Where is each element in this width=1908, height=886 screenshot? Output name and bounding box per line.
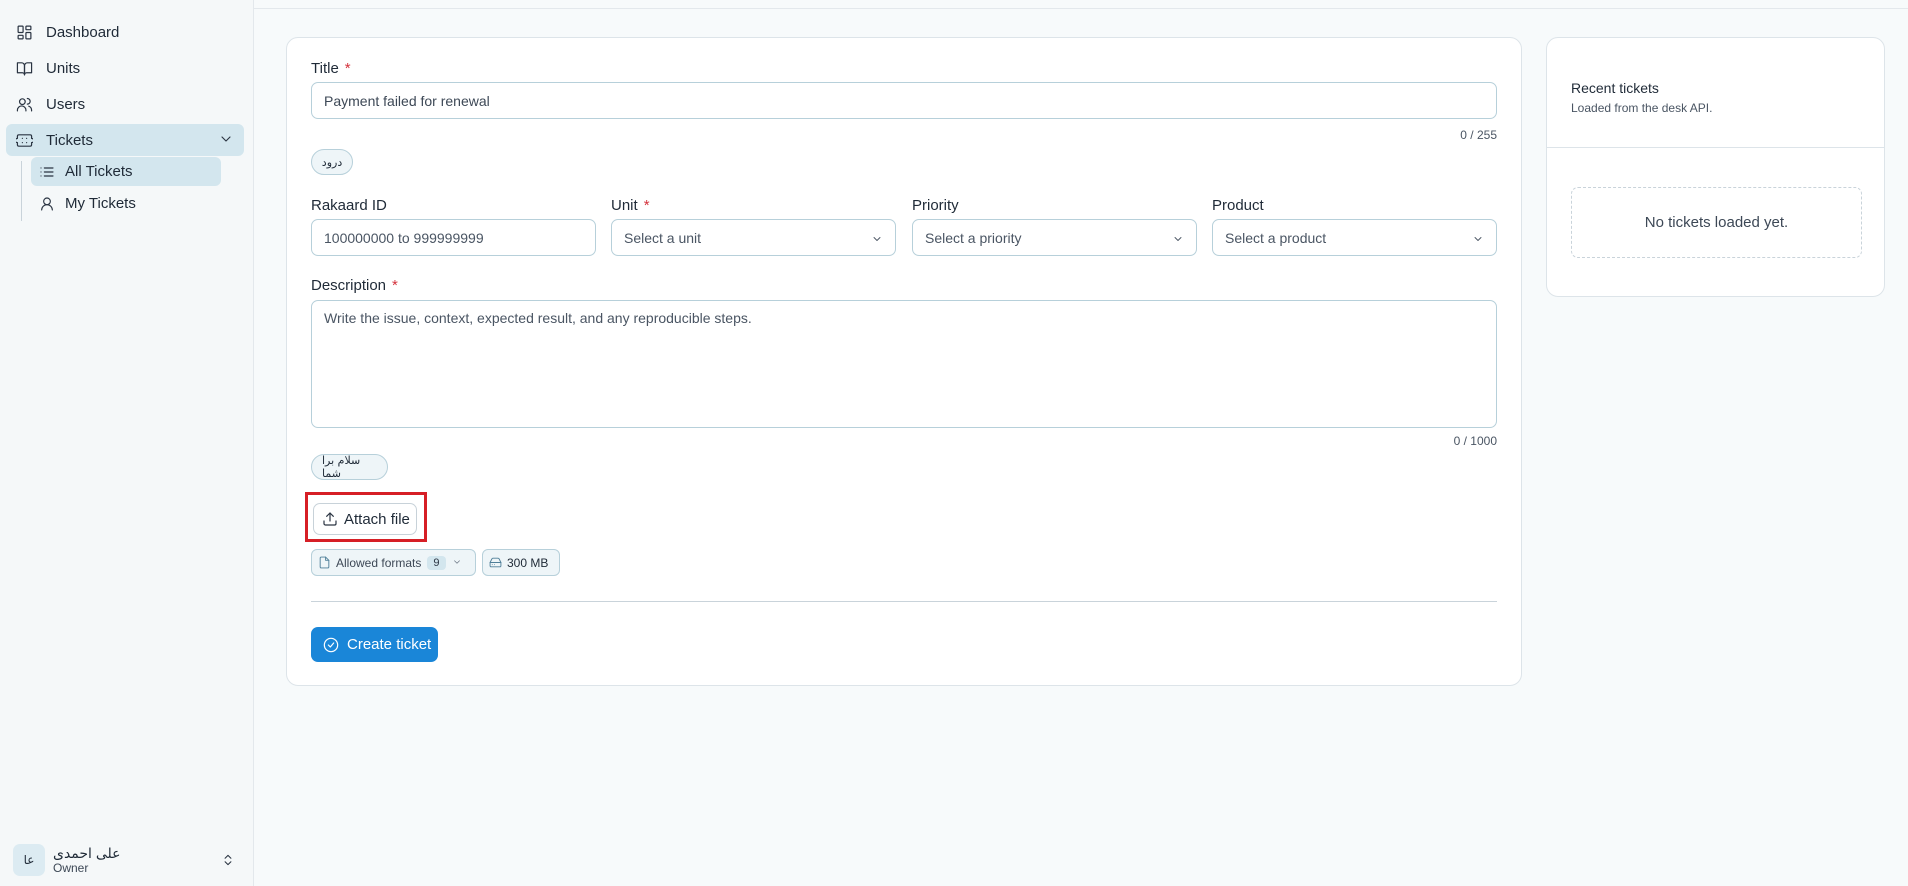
rakaard-label: Rakaard ID bbox=[311, 197, 387, 214]
chevron-down-icon bbox=[1172, 232, 1184, 248]
sidebar-item-label: Users bbox=[46, 95, 86, 113]
divider bbox=[311, 601, 1497, 602]
hard-drive-icon bbox=[489, 557, 502, 568]
chevron-down-icon bbox=[446, 556, 462, 570]
allowed-formats-count: 9 bbox=[427, 555, 446, 570]
ticket-icon bbox=[15, 131, 33, 149]
priority-select[interactable]: Select a priority bbox=[912, 219, 1197, 256]
description-label: Description * bbox=[311, 277, 398, 294]
user-role: Owner bbox=[53, 861, 89, 875]
users-icon bbox=[15, 95, 33, 113]
unit-select[interactable]: Select a unit bbox=[611, 219, 896, 256]
title-input[interactable]: Payment failed for renewal bbox=[311, 82, 1497, 119]
rakaard-id-input[interactable]: 100000000 to 999999999 bbox=[311, 219, 596, 256]
sidebar-item-label: Dashboard bbox=[46, 23, 120, 41]
max-size-badge: 300 MB bbox=[482, 549, 560, 576]
sidebar-item-tickets[interactable]: Tickets bbox=[6, 124, 244, 156]
sidebar-item-label: Tickets bbox=[46, 131, 93, 149]
unit-label-text: Unit bbox=[611, 197, 638, 214]
user-menu[interactable]: عا علی احمدی Owner bbox=[13, 842, 243, 878]
upload-icon bbox=[323, 512, 337, 526]
title-chip[interactable]: درود bbox=[311, 149, 353, 175]
create-ticket-label: Create ticket bbox=[347, 636, 432, 653]
chevron-down-icon bbox=[871, 232, 883, 248]
required-mark: * bbox=[392, 277, 398, 294]
attach-file-label: Attach file bbox=[344, 510, 410, 528]
sidebar-subitem-label: All Tickets bbox=[65, 163, 133, 180]
title-input-value: Payment failed for renewal bbox=[324, 92, 490, 109]
required-mark: * bbox=[344, 60, 351, 77]
title-label: Title * bbox=[311, 60, 351, 77]
rakaard-placeholder: 100000000 to 999999999 bbox=[324, 229, 484, 246]
list-icon bbox=[40, 166, 54, 177]
divider bbox=[1547, 147, 1884, 148]
allowed-formats-dropdown[interactable]: Allowed formats 9 bbox=[311, 549, 476, 576]
user-name: علی احمدی bbox=[53, 845, 121, 861]
book-icon bbox=[15, 59, 33, 77]
dashboard-icon bbox=[15, 23, 33, 41]
priority-placeholder: Select a priority bbox=[925, 229, 1022, 246]
sidebar: Dashboard Units Users Tickets All Ticket… bbox=[0, 0, 254, 886]
sidebar-item-users[interactable]: Users bbox=[6, 88, 244, 120]
subnav-line bbox=[21, 161, 22, 221]
sidebar-item-dashboard[interactable]: Dashboard bbox=[6, 16, 244, 48]
allowed-formats-label: Allowed formats bbox=[336, 555, 422, 570]
empty-state: No tickets loaded yet. bbox=[1571, 187, 1862, 258]
chevron-down-icon[interactable] bbox=[218, 131, 234, 151]
recent-tickets-title: Recent tickets bbox=[1571, 80, 1659, 96]
unit-label: Unit * bbox=[611, 197, 650, 214]
sidebar-subitem-label: My Tickets bbox=[65, 195, 136, 212]
description-chip[interactable]: سلام برا شما bbox=[311, 454, 388, 480]
sidebar-subitem-my-tickets[interactable]: My Tickets bbox=[31, 189, 221, 218]
attach-file-button[interactable]: Attach file bbox=[313, 503, 417, 535]
priority-label: Priority bbox=[912, 197, 959, 214]
sidebar-subitem-all-tickets[interactable]: All Tickets bbox=[31, 157, 221, 186]
product-label: Product bbox=[1212, 197, 1264, 214]
sidebar-item-units[interactable]: Units bbox=[6, 52, 244, 84]
description-textarea[interactable]: Write the issue, context, expected resul… bbox=[311, 300, 1497, 428]
description-label-text: Description bbox=[311, 277, 387, 294]
check-circle-icon bbox=[323, 637, 339, 652]
create-ticket-button[interactable]: Create ticket bbox=[311, 627, 438, 662]
description-counter: 0 / 1000 bbox=[1453, 434, 1497, 448]
user-icon bbox=[41, 196, 53, 211]
top-bar bbox=[254, 0, 1908, 9]
description-placeholder: Write the issue, context, expected resul… bbox=[324, 310, 752, 326]
sidebar-item-label: Units bbox=[46, 59, 81, 77]
file-icon bbox=[319, 556, 330, 569]
required-mark: * bbox=[643, 197, 650, 214]
max-size-text: 300 MB bbox=[507, 555, 549, 570]
chevron-down-icon bbox=[1472, 232, 1484, 248]
chevrons-up-down-icon[interactable] bbox=[221, 852, 235, 872]
avatar: عا bbox=[13, 844, 45, 876]
recent-tickets-subtitle: Loaded from the desk API. bbox=[1571, 101, 1713, 115]
title-label-text: Title bbox=[311, 60, 339, 77]
unit-placeholder: Select a unit bbox=[624, 229, 702, 246]
title-counter: 0 / 255 bbox=[1460, 128, 1497, 142]
product-select[interactable]: Select a product bbox=[1212, 219, 1497, 256]
recent-tickets-card: Recent tickets Loaded from the desk API.… bbox=[1546, 37, 1885, 297]
product-placeholder: Select a product bbox=[1225, 229, 1327, 246]
